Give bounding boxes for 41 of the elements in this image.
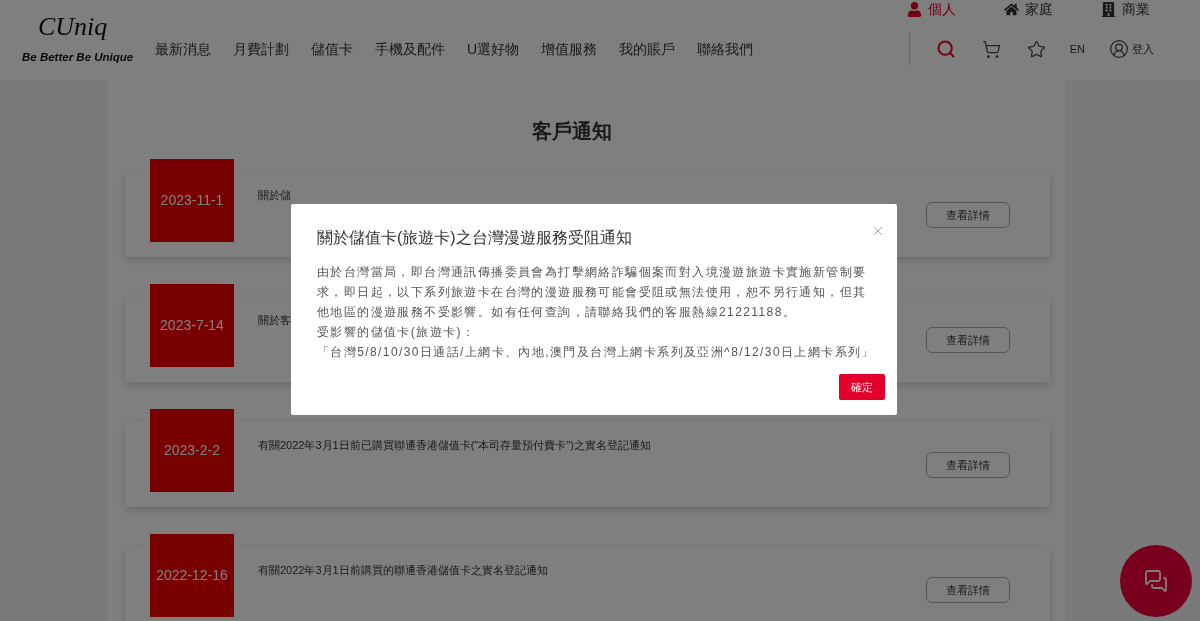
details-button[interactable]: 查看詳情 [926,452,1010,478]
details-button[interactable]: 查看詳情 [926,577,1010,603]
date-badge: 2023-11-1 [150,159,234,242]
user-icon[interactable] [1109,39,1129,59]
home-icon [1004,1,1019,17]
language-link[interactable]: EN [1069,40,1085,58]
details-button[interactable]: 查看詳情 [926,202,1010,228]
notice-title[interactable]: 關於儲 [258,187,798,204]
nav-link[interactable]: 儲值卡 [311,38,353,60]
star-icon[interactable] [1026,39,1046,59]
chat-icon [1144,569,1168,593]
confirm-button[interactable]: 確定 [839,374,885,400]
logo-tagline: Be Better Be Unique [22,50,134,64]
dialog-text: 由於台灣當局，即台灣通訊傳播委員會為打擊網絡詐騙個案而對入境漫遊旅遊卡實施新管制要求，即日起，以下系列旅遊卡在台灣的漫遊服務可能會受阻或無法使用，恕不另行通知，但其他地區的漫遊服務不受影響。如有任何查詢，請聯絡我們的客服熱線21221188。 [317,264,868,321]
search-icon[interactable] [935,39,956,59]
date-badge: 2023-7-14 [150,284,234,367]
close-icon[interactable] [871,224,885,238]
details-button[interactable]: 查看詳情 [926,327,1010,353]
logo-wordmark[interactable]: CUniq [38,10,108,44]
nav-link[interactable]: 聯絡我們 [697,38,754,60]
date-badge: 2022-12-16 [150,534,234,617]
nav-link[interactable]: 增值服務 [541,38,598,60]
segment-link[interactable]: 家庭 [1004,0,1053,18]
segment-link[interactable]: 個人 [907,0,956,18]
notice-title[interactable]: 有關2022年3月1日前購買的聯通香港儲值卡之實名登記通知 [258,562,798,579]
notice-title[interactable]: 有關2022年3月1日前已購買聯通香港儲值卡("本司存量預付費卡")之實名登記通知 [258,437,798,454]
segment-link[interactable]: 商業 [1101,0,1150,18]
cart-icon[interactable] [981,39,1001,59]
building-icon [1101,1,1116,17]
page-title: 客戶通知 [530,119,613,144]
nav-link[interactable]: 最新消息 [155,38,211,60]
dialog-title: 關於儲值卡(旅遊卡)之台灣漫遊服務受阻通知 [317,228,632,248]
nav-link[interactable]: 我的賬戶 [619,38,676,60]
dialog-text: 受影響的儲值卡(旅遊卡)： [317,324,477,341]
dialog-text: 「台灣5/8/10/30日通話/上網卡、內地,澳門及台灣上網卡系列及亞洲^8/12/30日上網卡系列」 [317,344,876,361]
nav-link[interactable]: 月費計劃 [233,38,289,60]
login-link[interactable]: 登入 [1132,40,1154,58]
person-icon [907,1,922,17]
date-badge: 2023-2-2 [150,409,234,492]
nav-link[interactable]: 手機及配件 [375,38,445,60]
nav-link[interactable]: U選好物 [467,38,520,60]
